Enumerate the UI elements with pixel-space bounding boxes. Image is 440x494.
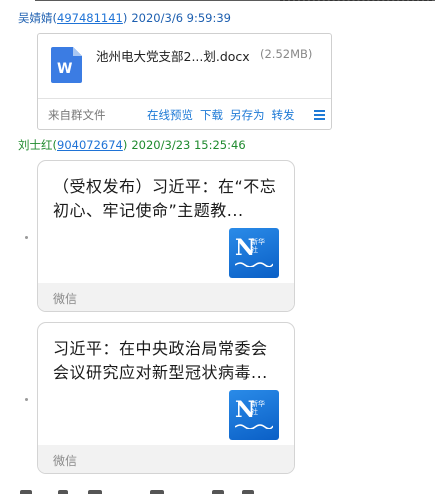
file-size: (2.52MB) xyxy=(260,47,313,61)
toolbar-icon[interactable] xyxy=(88,490,102,494)
message-header: 吴婧婧(497481141) 2020/3/6 9:59:39 xyxy=(18,11,231,25)
message-header: 刘士红(904072674) 2020/3/23 15:25:46 xyxy=(18,138,246,152)
news-logo-icon: N 新华 社 xyxy=(229,390,279,440)
word-document-icon: W xyxy=(51,47,82,83)
sender-name[interactable]: 吴婧婧 xyxy=(18,11,53,25)
preview-online-link[interactable]: 在线预览 xyxy=(147,108,193,122)
toolbar-partial xyxy=(0,488,440,494)
save-as-link[interactable]: 另存为 xyxy=(230,108,265,122)
share-source-label: 微信 xyxy=(53,292,78,306)
sender-name[interactable]: 刘士红 xyxy=(18,138,53,152)
message-timestamp: 2020/3/6 9:59:39 xyxy=(131,11,231,25)
file-message-card[interactable]: W 池州电大党支部2...划.docx (2.52MB) 来自群文件 在线预览下… xyxy=(37,33,332,130)
share-card[interactable]: （受权发布）习近平：在“不忘初心、牢记使命”主题教... N 新华 社 微信 xyxy=(37,160,295,312)
toolbar-icon[interactable] xyxy=(212,490,224,494)
share-card-footer: 微信 xyxy=(38,445,294,473)
share-card-footer: 微信 xyxy=(38,283,294,311)
share-card-title[interactable]: 习近平：在中央政治局常委会会议研究应对新型冠状病毒... xyxy=(53,337,281,385)
sender-id-link[interactable]: 497481141 xyxy=(57,11,123,25)
svg-text:W: W xyxy=(57,61,72,77)
forward-link[interactable]: 转发 xyxy=(272,108,295,122)
share-source-label: 微信 xyxy=(53,454,78,468)
news-logo-icon: N 新华 社 xyxy=(229,228,279,278)
wave-decoration xyxy=(235,262,273,267)
file-source-label: 来自群文件 xyxy=(48,108,106,122)
download-link[interactable]: 下载 xyxy=(200,108,223,122)
message-timestamp: 2020/3/23 15:25:46 xyxy=(131,138,246,152)
share-card[interactable]: 习近平：在中央政治局常委会会议研究应对新型冠状病毒... N 新华 社 微信 xyxy=(37,322,295,474)
more-menu-icon[interactable] xyxy=(314,110,325,120)
share-card-title[interactable]: （受权发布）习近平：在“不忘初心、牢记使命”主题教... xyxy=(53,175,281,223)
file-name[interactable]: 池州电大党支部2...划.docx xyxy=(96,46,250,65)
toolbar-icon[interactable] xyxy=(150,490,164,494)
toolbar-icon[interactable] xyxy=(242,490,254,494)
toolbar-icon[interactable] xyxy=(58,490,68,494)
toolbar-icon[interactable] xyxy=(20,490,32,494)
message-status-dot xyxy=(25,236,28,239)
wave-decoration xyxy=(235,424,273,429)
divider xyxy=(38,98,331,99)
top-dashed-line xyxy=(280,0,432,1)
sender-id-link[interactable]: 904072674 xyxy=(57,138,123,152)
file-actions: 在线预览 下载 另存为 转发 xyxy=(147,107,302,123)
message-status-dot xyxy=(25,398,28,401)
